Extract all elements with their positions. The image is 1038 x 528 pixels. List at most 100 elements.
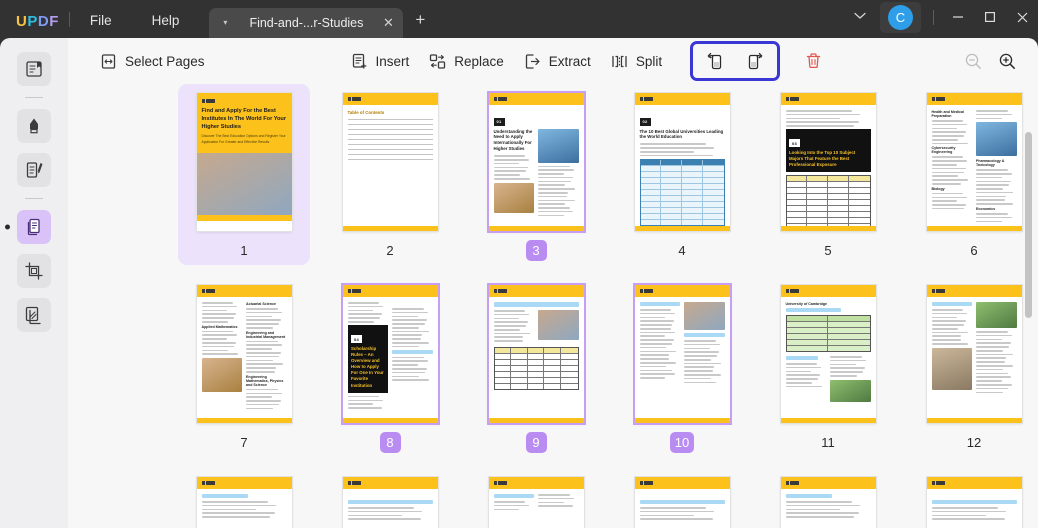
split-button[interactable]: Split <box>601 47 672 76</box>
text-line <box>493 501 526 503</box>
delete-button[interactable] <box>796 46 830 76</box>
page-thumbnail[interactable] <box>780 477 876 528</box>
page-thumbnail[interactable] <box>634 477 730 528</box>
text-line <box>392 375 419 378</box>
page-thumbnail-cell[interactable]: Table of Contents 2 <box>324 84 456 265</box>
sidebar-divider-1 <box>25 97 43 98</box>
page-thumbnail[interactable]: Applied Mathematics Actuarial Science Engi… <box>196 285 292 423</box>
text-line <box>201 512 275 514</box>
zoom-out-button[interactable] <box>956 46 990 76</box>
page-footer-band <box>780 226 876 231</box>
page-thumbnail-cell[interactable]: Health and Medical Preparation Cybersecur… <box>908 84 1038 265</box>
avatar[interactable]: C <box>888 4 913 30</box>
text-line <box>201 330 234 333</box>
text-line <box>976 361 1006 363</box>
page-thumbnail[interactable] <box>488 477 584 528</box>
sidebar-item-organize-pages[interactable] <box>17 210 51 244</box>
page-header-band <box>488 93 584 105</box>
page-thumbnail[interactable]: Health and Medical Preparation Cybersecur… <box>926 93 1022 231</box>
sidebar-item-batch[interactable] <box>17 298 51 332</box>
page-thumbnail[interactable]: 04 Scholarship Rules – An Overview and Ho… <box>342 285 438 423</box>
page-footer-band <box>488 418 584 423</box>
text-line <box>538 176 573 179</box>
page-thumbnail[interactable]: 03 Looking Into the Top 10 Subject Majors… <box>780 93 876 231</box>
page-thumbnail-cell[interactable]: 03 Looking Into the Top 10 Subject Majors… <box>762 84 894 265</box>
scrollbar-thumb[interactable] <box>1025 132 1032 318</box>
text-line <box>639 354 670 356</box>
page-thumbnail-cell[interactable]: 02 The 10 Best Global Universities Leadin… <box>616 84 748 265</box>
page-thumbnail-cell[interactable]: Applied Mathematics Actuarial Science Engi… <box>178 276 310 457</box>
text-line <box>976 391 1004 394</box>
new-tab-button[interactable]: + <box>403 10 435 38</box>
page-thumbnail[interactable] <box>488 285 584 423</box>
insert-button[interactable]: Insert <box>341 47 420 76</box>
rotate-right-button[interactable] <box>735 46 775 76</box>
page-thumbnail-cell[interactable]: 04 Scholarship Rules – An Overview and Ho… <box>324 276 456 457</box>
page-thumbnail[interactable]: 02 The 10 Best Global Universities Leadin… <box>634 93 730 231</box>
zoom-in-button[interactable] <box>990 46 1024 76</box>
replace-button[interactable]: Replace <box>419 47 514 76</box>
page-content: 03 Looking Into the Top 10 Subject Majors… <box>781 105 876 226</box>
page-thumbnail[interactable]: Find and Apply For the Best Institutes I… <box>196 93 292 231</box>
page-thumbnail[interactable] <box>926 477 1022 528</box>
page-thumbnail[interactable] <box>342 477 438 528</box>
page-thumbnail[interactable] <box>196 477 292 528</box>
page-thumbnail[interactable]: 01 Understanding the Need to Apply Intern… <box>488 93 584 231</box>
page-thumbnail-cell[interactable]: Find and Apply For the Best Institutes I… <box>178 84 310 265</box>
select-pages-button[interactable]: Select Pages <box>90 47 215 76</box>
chevron-down-icon[interactable]: ▾ <box>219 19 231 27</box>
text-line <box>976 110 1008 112</box>
page-thumbnail-cell[interactable]: 9 <box>470 276 602 457</box>
menu-file[interactable]: File <box>70 13 132 38</box>
page-thumbnail-cell[interactable]: 01 Understanding the Need to Apply Intern… <box>470 84 602 265</box>
text-line <box>347 514 402 517</box>
page-logo-mark <box>347 481 361 485</box>
page-thumbnail-cell[interactable]: University of Cambridge 11 <box>762 276 894 457</box>
minimize-button[interactable] <box>942 4 974 30</box>
extract-button[interactable]: Extract <box>514 47 601 76</box>
text-line <box>493 177 531 180</box>
page-thumbnail-cell[interactable]: 15 <box>470 468 602 528</box>
page-thumbnail-cell[interactable]: 13 <box>178 468 310 528</box>
text-line <box>392 356 424 359</box>
page-logo-mark <box>493 289 507 293</box>
text-line <box>931 120 964 122</box>
page-photo <box>931 347 972 390</box>
page-thumbnail-cell[interactable]: 10 <box>616 276 748 457</box>
page-thumbnail[interactable] <box>634 285 730 423</box>
vertical-scrollbar[interactable] <box>1025 90 1032 524</box>
sidebar-item-annotate[interactable] <box>17 109 51 143</box>
thumbnail-scroll-area[interactable]: Find and Apply For the Best Institutes I… <box>68 84 1038 528</box>
page-thumbnail-cell[interactable]: 12 <box>908 276 1038 457</box>
rotate-left-button[interactable] <box>695 46 735 76</box>
page-table <box>639 159 725 226</box>
document-tab[interactable]: ▾ Find-and-...r-Studies ✕ <box>209 8 404 38</box>
page-thumbnail[interactable]: University of Cambridge <box>780 285 876 423</box>
page-thumbnail-cell[interactable]: 16 <box>616 468 748 528</box>
page-thumbnail[interactable]: Table of Contents <box>342 93 438 231</box>
page-photo <box>976 302 1017 328</box>
chevron-down-icon-window[interactable] <box>840 11 880 23</box>
window-separator <box>933 9 934 25</box>
close-icon[interactable]: ✕ <box>381 15 395 31</box>
page-thumbnail-cell[interactable]: 17 <box>762 468 894 528</box>
highlight-box <box>493 494 534 498</box>
sidebar-item-edit[interactable] <box>17 153 51 187</box>
page-thumbnail[interactable] <box>926 285 1022 423</box>
menu-help[interactable]: Help <box>132 13 200 38</box>
page-photo <box>538 128 579 163</box>
text-line <box>639 343 673 345</box>
text-line <box>684 347 710 350</box>
sidebar-item-reader[interactable] <box>17 52 51 86</box>
page-thumbnail-cell[interactable]: 14 <box>324 468 456 528</box>
account-button[interactable]: C <box>880 1 921 33</box>
close-button[interactable] <box>1006 4 1038 30</box>
toc-entry <box>347 148 433 151</box>
text-line <box>493 310 526 312</box>
section-heading: Biology <box>931 186 945 191</box>
page-number-label: 7 <box>240 435 248 450</box>
maximize-button[interactable] <box>974 4 1006 30</box>
text-line <box>976 117 1002 120</box>
sidebar-item-crop[interactable] <box>17 254 51 288</box>
page-thumbnail-cell[interactable]: 18 <box>908 468 1038 528</box>
